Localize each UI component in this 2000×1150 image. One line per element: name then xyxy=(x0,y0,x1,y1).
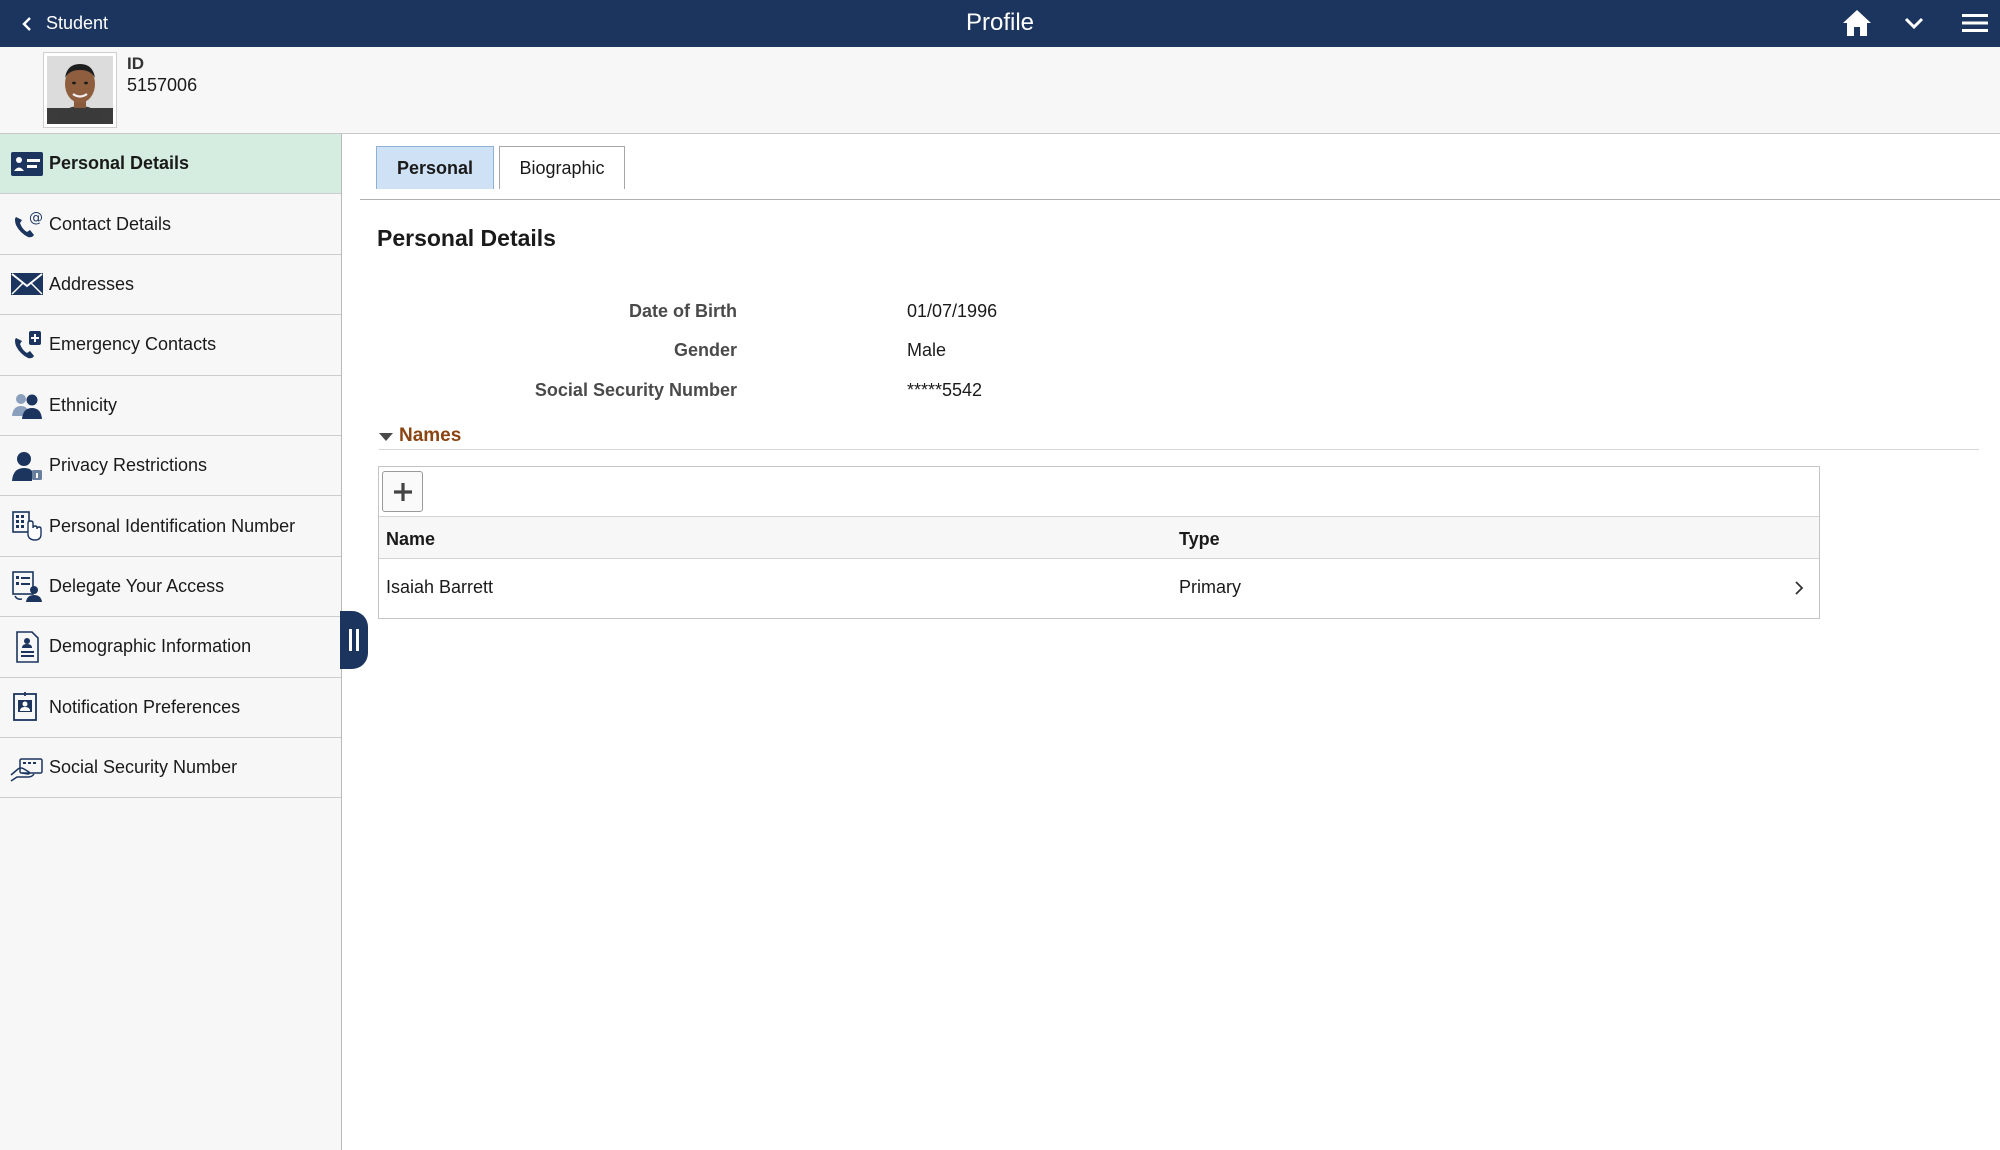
sidebar-item-social-security-number[interactable]: Social Security Number xyxy=(0,737,341,799)
tab-personal[interactable]: Personal xyxy=(376,146,494,189)
sidebar-item-ethnicity[interactable]: Ethnicity xyxy=(0,375,341,436)
names-group-header[interactable]: Names xyxy=(379,424,1979,450)
phone-at-icon: @ xyxy=(10,207,44,241)
names-grid: Name Type Isaiah Barrett Primary xyxy=(378,466,1820,619)
sidebar-item-addresses[interactable]: Addresses xyxy=(0,254,341,316)
sidebar-item-privacy-restrictions[interactable]: Privacy Restrictions xyxy=(0,435,341,497)
column-header-type: Type xyxy=(1179,529,1220,549)
triangle-down-icon xyxy=(379,433,393,441)
hamburger-menu-icon xyxy=(1962,14,1988,32)
table-row[interactable]: Isaiah Barrett Primary xyxy=(379,559,1819,617)
student-photo xyxy=(43,52,117,128)
sidebar-item-label: Delegate Your Access xyxy=(49,575,225,596)
sidebar-item-emergency-contacts[interactable]: Emergency Contacts xyxy=(0,315,341,376)
cell-name: Isaiah Barrett xyxy=(386,577,494,597)
people-icon xyxy=(10,388,44,422)
sidebar-item-personal-details[interactable]: Personal Details xyxy=(0,134,341,195)
column-header-name: Name xyxy=(386,529,436,549)
date-of-birth-value: 01/07/1996 xyxy=(907,301,998,321)
grid-header: Name Type xyxy=(379,517,1819,559)
chevron-down-icon xyxy=(1904,17,1924,30)
sidebar-item-personal-identification-number[interactable]: Personal Identification Number xyxy=(0,496,341,557)
navbar-menu-button[interactable] xyxy=(1958,8,1992,38)
actions-dropdown-button[interactable] xyxy=(1897,8,1931,38)
section-title: Personal Details xyxy=(377,225,556,251)
svg-text:@: @ xyxy=(29,210,43,226)
sidebar-item-delegate-your-access[interactable]: Delegate Your Access xyxy=(0,556,341,618)
grid-toolbar xyxy=(379,467,1819,517)
names-group-title: Names xyxy=(399,425,462,446)
sidebar-item-label: Personal Identification Number xyxy=(49,515,296,536)
keypad-hand-icon xyxy=(10,509,44,543)
date-of-birth-label: Date of Birth xyxy=(629,301,737,321)
home-icon xyxy=(1843,10,1871,36)
student-header: ID 5157006 xyxy=(0,47,2000,134)
gender-label: Gender xyxy=(673,340,737,360)
tab-biographic[interactable]: Biographic xyxy=(499,146,625,189)
main-content: Personal Biographic Personal Details Dat… xyxy=(343,134,2000,1150)
sidebar-item-demographic-information[interactable]: Demographic Information xyxy=(0,617,341,678)
document-person-icon xyxy=(10,630,44,664)
plus-icon xyxy=(393,482,412,501)
top-banner: Student Profile xyxy=(0,0,2000,47)
sidebar-item-label: Contact Details xyxy=(49,213,172,234)
sidebar-item-label: Addresses xyxy=(49,273,135,294)
id-label: ID xyxy=(127,54,144,73)
home-button[interactable] xyxy=(1840,8,1874,38)
tab-bar: Personal Biographic xyxy=(360,146,2000,200)
sidebar: Personal Details @ Contact Details Addre… xyxy=(0,134,342,1150)
chevron-right-icon xyxy=(1795,581,1804,595)
gender-value: Male xyxy=(907,340,947,360)
sidebar-item-label: Privacy Restrictions xyxy=(49,455,208,476)
phone-plus-icon xyxy=(10,328,44,362)
id-card-icon xyxy=(10,147,44,181)
card-hand-icon xyxy=(10,751,44,785)
id-value: 5157006 xyxy=(127,75,198,95)
sidebar-item-label: Personal Details xyxy=(49,153,190,174)
ssn-value: *****5542 xyxy=(907,380,983,400)
cell-type: Primary xyxy=(1179,577,1241,597)
page-title: Profile xyxy=(965,9,1035,36)
person-lock-icon xyxy=(10,449,44,483)
ssn-label: Social Security Number xyxy=(534,380,737,400)
sidebar-item-label: Demographic Information xyxy=(49,636,252,657)
avatar xyxy=(47,56,113,124)
notification-icon xyxy=(10,690,44,724)
sidebar-item-label: Notification Preferences xyxy=(49,696,241,717)
sidebar-item-label: Social Security Number xyxy=(49,757,238,778)
delegate-icon xyxy=(10,569,44,603)
envelope-icon xyxy=(10,267,44,301)
sidebar-item-notification-preferences[interactable]: Notification Preferences xyxy=(0,677,341,738)
sidebar-item-label: Ethnicity xyxy=(49,394,118,415)
sidebar-item-contact-details[interactable]: @ Contact Details xyxy=(0,194,341,255)
add-name-button[interactable] xyxy=(382,471,423,512)
sidebar-item-label: Emergency Contacts xyxy=(49,334,217,355)
